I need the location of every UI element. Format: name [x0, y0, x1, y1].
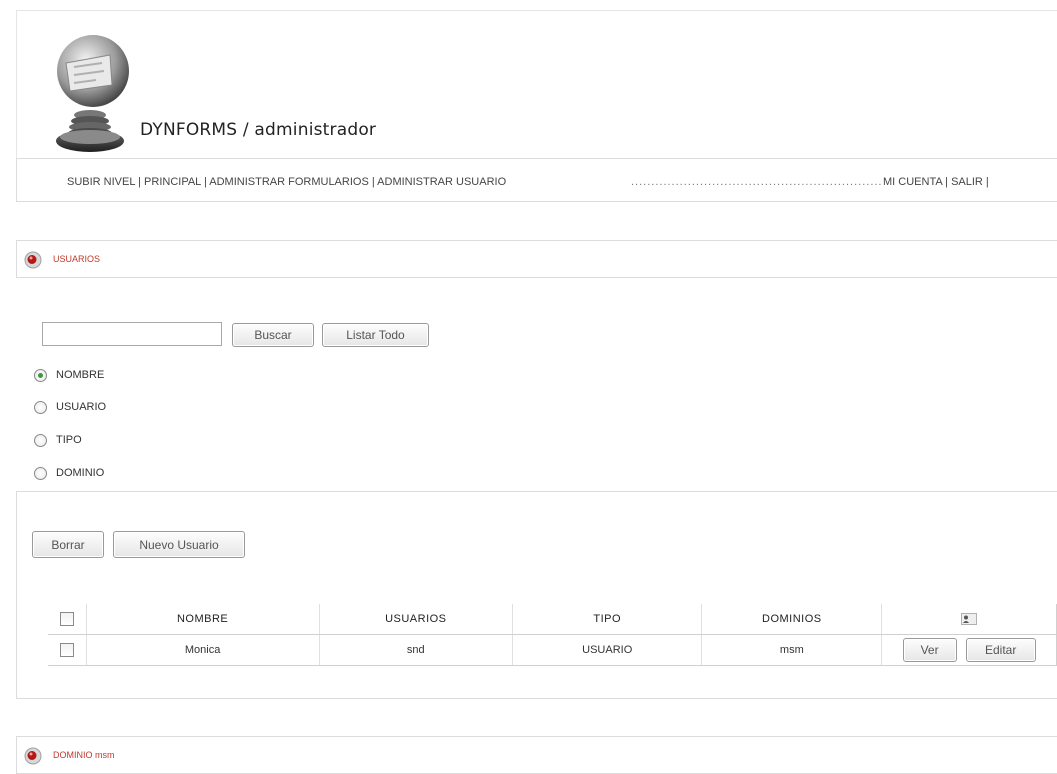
radio-dominio[interactable] — [34, 466, 47, 480]
radio-tipo[interactable] — [34, 433, 47, 447]
user-icon — [961, 613, 978, 626]
cell-dominio: msm — [701, 634, 883, 666]
header-select-cell — [48, 604, 87, 635]
app-title: DYNFORMS / administrador — [140, 120, 377, 140]
cell-tipo: USUARIO — [512, 634, 703, 666]
row-select-cell — [48, 634, 87, 666]
radio-label: DOMINIO — [56, 467, 105, 479]
nav-separator: | — [985, 176, 989, 188]
section-usuarios-label: USUARIOS — [53, 254, 101, 264]
buscar-button[interactable]: Buscar — [232, 323, 314, 347]
header-tipo: TIPO — [512, 604, 703, 635]
cell-usuario: snd — [319, 634, 514, 666]
editar-button[interactable]: Editar — [965, 638, 1036, 662]
nav-subir-nivel[interactable]: SUBIR NIVEL — [67, 176, 135, 188]
table-header-row: NOMBRE USUARIOS TIPO DOMINIOS — [48, 604, 1057, 635]
nav-mi-cuenta[interactable]: MI CUENTA — [883, 176, 942, 188]
ver-button[interactable]: Ver — [902, 638, 957, 662]
cell-actions: Ver Editar — [881, 634, 1057, 666]
nuevo-usuario-button[interactable]: Nuevo Usuario — [113, 531, 245, 558]
header-usuarios: USUARIOS — [319, 604, 514, 635]
filter-option-nombre[interactable]: NOMBRE — [34, 366, 104, 384]
bullet-icon — [24, 251, 42, 269]
borrar-button[interactable]: Borrar — [32, 531, 104, 558]
row-checkbox[interactable] — [59, 643, 74, 657]
radio-usuario[interactable] — [34, 400, 47, 414]
select-all-checkbox[interactable] — [59, 612, 74, 626]
filter-option-usuario[interactable]: USUARIO — [34, 398, 106, 416]
section-usuarios: USUARIOS — [16, 240, 1057, 278]
cell-nombre: Monica — [86, 634, 320, 666]
nav-right-group: MI CUENTA | SALIR | — [883, 176, 989, 188]
filter-option-dominio[interactable]: DOMINIO — [34, 464, 104, 482]
nav-dots-spacer: ........................................… — [631, 176, 883, 188]
section-dominio-label: DOMINIO msm — [53, 750, 115, 760]
listar-todo-button[interactable]: Listar Todo — [322, 323, 429, 347]
radio-label: TIPO — [56, 434, 82, 446]
search-input[interactable] — [42, 322, 222, 346]
main-navbar: SUBIR NIVEL | PRINCIPAL | ADMINISTRAR FO… — [16, 158, 1057, 202]
results-panel — [16, 491, 1057, 699]
header-dominios: DOMINIOS — [701, 604, 883, 635]
radio-label: NOMBRE — [56, 369, 105, 381]
radio-nombre[interactable] — [34, 368, 47, 382]
radio-label: USUARIO — [56, 401, 107, 413]
table-row: Monica snd USUARIO msm Ver Editar — [48, 634, 1057, 666]
filter-option-tipo[interactable]: TIPO — [34, 431, 82, 449]
dynforms-logo-icon — [56, 35, 129, 152]
nav-salir[interactable]: SALIR — [951, 176, 983, 188]
header-actions — [881, 604, 1057, 635]
nav-administrar-usuario[interactable]: ADMINISTRAR USUARIO — [377, 176, 506, 188]
nav-administrar-formularios[interactable]: ADMINISTRAR FORMULARIOS — [209, 176, 369, 188]
header-nombre: NOMBRE — [86, 604, 320, 635]
bullet-icon — [24, 747, 42, 765]
nav-left-group: SUBIR NIVEL | PRINCIPAL | ADMINISTRAR FO… — [67, 176, 506, 188]
section-dominio: DOMINIO msm — [16, 736, 1057, 774]
nav-principal[interactable]: PRINCIPAL — [144, 176, 201, 188]
users-table: NOMBRE USUARIOS TIPO DOMINIOS Monica snd… — [48, 604, 1057, 666]
